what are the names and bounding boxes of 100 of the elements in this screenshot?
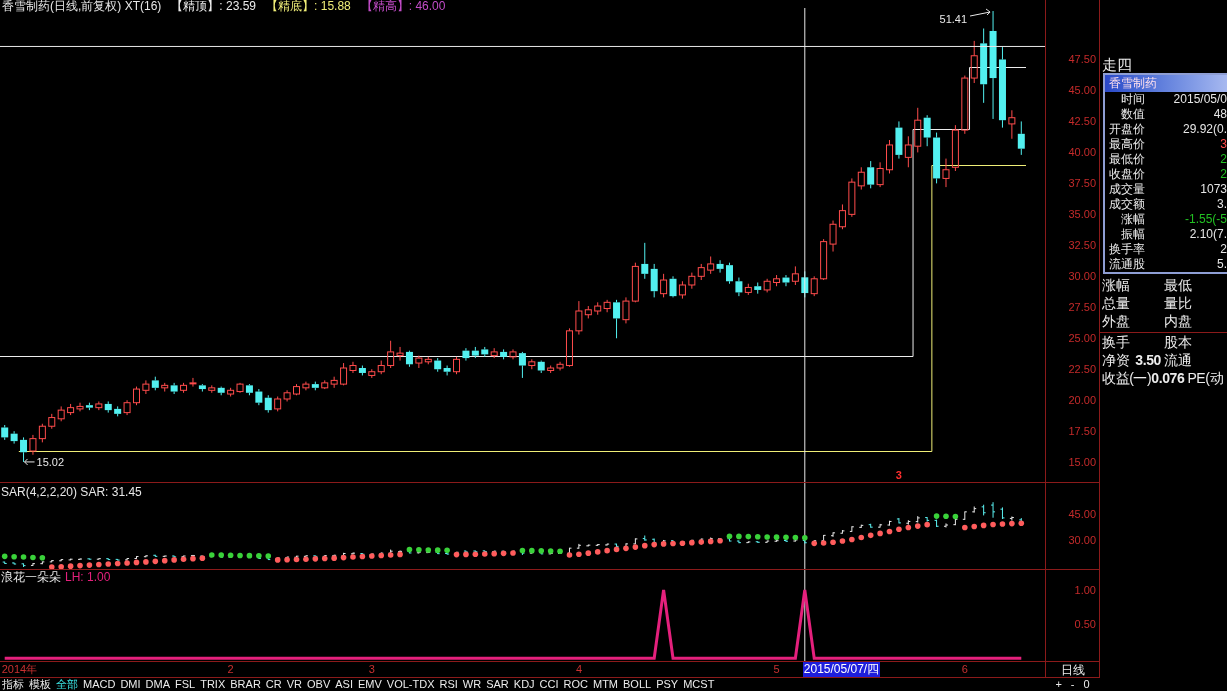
indicator-tab[interactable]: DMI <box>120 678 141 691</box>
quote-label: 股本 <box>1164 333 1192 351</box>
indicator-tab[interactable]: MCST <box>683 678 715 691</box>
field-value: 2 <box>1220 167 1227 182</box>
indicator-tab[interactable]: 全部 <box>56 678 78 691</box>
field-label: 时间 <box>1121 92 1145 107</box>
indicator-tab[interactable]: KDJ <box>513 678 535 691</box>
field-label: 最低价 <box>1109 152 1145 167</box>
quote-label: 涨幅 <box>1102 276 1130 294</box>
field-value: 48 <box>1213 107 1227 122</box>
quote-label: 流通 <box>1164 351 1192 369</box>
indicator-tab[interactable]: SAR <box>486 678 509 691</box>
indicator-tab[interactable]: CR <box>265 678 282 691</box>
field-label: 流通股 <box>1109 257 1145 272</box>
axis-label: 45.00 <box>1068 84 1096 97</box>
quote-label: PE(动 <box>1187 369 1224 387</box>
indicator-tab[interactable]: DMA <box>145 678 170 691</box>
indicator-tab[interactable]: MTM <box>593 678 619 691</box>
field-value: 3. <box>1217 197 1227 212</box>
quote-label: 净资 <box>1102 351 1130 369</box>
axis-label: 2014年 <box>1 663 38 676</box>
chart-title: 香雪制药(日线,前复权) XT(16) <box>2 0 162 13</box>
field-value: -1.55(-5 <box>1184 212 1227 227</box>
field-label: 最高价 <box>1109 137 1145 152</box>
axis-label: 22.50 <box>1068 363 1096 376</box>
candlestick <box>886 139 893 174</box>
field-label: 涨幅 <box>1121 212 1145 227</box>
axis-label: 3 <box>368 663 375 676</box>
indicator-tab[interactable]: FSL <box>175 678 196 691</box>
field-label: 收盘价 <box>1109 167 1145 182</box>
indicator-tab[interactable]: RSI <box>439 678 458 691</box>
axis-label: 20.00 <box>1068 394 1096 407</box>
indicator-tab[interactable]: TRIX <box>200 678 226 691</box>
indicator-tab[interactable]: VR <box>286 678 302 691</box>
zoom-button[interactable]: - <box>1070 678 1075 691</box>
indicator-tab[interactable]: 指标 <box>2 678 24 691</box>
signal-marker: 3 <box>895 468 902 481</box>
indicator-title: 浪花一朵朵 <box>1 571 61 584</box>
field-value: 3 <box>1220 137 1227 152</box>
field-value: 2 <box>1220 152 1227 167</box>
indicator-tab[interactable]: MACD <box>83 678 116 691</box>
zoom-button[interactable]: + <box>1055 678 1062 691</box>
high-price-label: 51.41 <box>939 13 968 26</box>
legend-item: 【精高】: 46.00 <box>360 0 446 13</box>
axis-label: 35.00 <box>1068 208 1096 221</box>
axis-label: 27.50 <box>1068 301 1096 314</box>
candlestick <box>133 386 140 406</box>
indicator-tab[interactable]: BRAR <box>230 678 261 691</box>
field-value: 29.92(0. <box>1182 122 1227 137</box>
axis-label: 42.50 <box>1068 115 1096 128</box>
field-value: 5. <box>1217 257 1227 272</box>
field-value: 2015/05/0 <box>1173 92 1227 107</box>
quote-label: 外盘 <box>1102 312 1130 330</box>
axis-label: 0.50 <box>1074 618 1096 631</box>
quote-label: 收益(一) <box>1102 369 1152 387</box>
indicator-tab[interactable]: VOL-TDX <box>386 678 435 691</box>
axis-label: 15.00 <box>1068 456 1096 469</box>
quote-label: 总量 <box>1102 294 1130 312</box>
indicator-tab[interactable]: ASI <box>335 678 353 691</box>
axis-label: 25.00 <box>1068 332 1096 345</box>
quote-value: 3.50 <box>1135 351 1161 369</box>
legend-item: 【精底】: 15.88 <box>266 0 351 13</box>
indicator-tab[interactable]: OBV <box>307 678 331 691</box>
candlestick <box>566 327 573 368</box>
quote-value: 0.076 <box>1151 369 1185 387</box>
indicator-tab[interactable]: BOLL <box>623 678 652 691</box>
axis-label: 2 <box>227 663 234 676</box>
arrow-icon <box>24 458 36 466</box>
axis-label: 32.50 <box>1068 239 1096 252</box>
axis-label: 1.00 <box>1074 583 1096 596</box>
popup-title: 香雪制药 <box>1105 75 1227 92</box>
cursor-date-label: 2015/05/07/四 <box>802 662 881 677</box>
indicator-tab[interactable]: PSY <box>656 678 679 691</box>
axis-label: 6 <box>961 663 968 676</box>
indicator-tab[interactable]: WR <box>462 678 482 691</box>
candlestick <box>293 383 300 396</box>
field-label: 成交额 <box>1109 197 1145 212</box>
axis-label: 5 <box>773 663 780 676</box>
axis-label: 4 <box>575 663 582 676</box>
field-value: 2.10(7. <box>1189 227 1227 242</box>
field-label: 振幅 <box>1121 227 1145 242</box>
indicator-tab[interactable]: 模板 <box>29 678 51 691</box>
candlestick <box>453 356 460 375</box>
field-label: 数值 <box>1121 107 1145 122</box>
field-label: 成交量 <box>1109 182 1145 197</box>
weekday-label: 走四 <box>1101 56 1132 74</box>
indicator-title: SAR(4,2,2,20) SAR: 31.45 <box>1 486 142 499</box>
quote-label: 最低 <box>1164 276 1192 294</box>
field-value: 1073 <box>1200 182 1227 197</box>
axis-label: 47.50 <box>1068 53 1096 66</box>
indicator-tab[interactable]: ROC <box>563 678 588 691</box>
indicator-tab[interactable]: EMV <box>357 678 382 691</box>
candlestick <box>726 262 733 285</box>
indicator-tab[interactable]: CCI <box>539 678 559 691</box>
axis-label: 30.00 <box>1068 270 1096 283</box>
quote-label: 换手 <box>1102 333 1130 351</box>
quote-label: 内盘 <box>1164 312 1192 330</box>
zoom-button[interactable]: 0 <box>1083 678 1090 691</box>
low-price-label: 15.02 <box>36 455 65 468</box>
field-label: 换手率 <box>1109 242 1145 257</box>
